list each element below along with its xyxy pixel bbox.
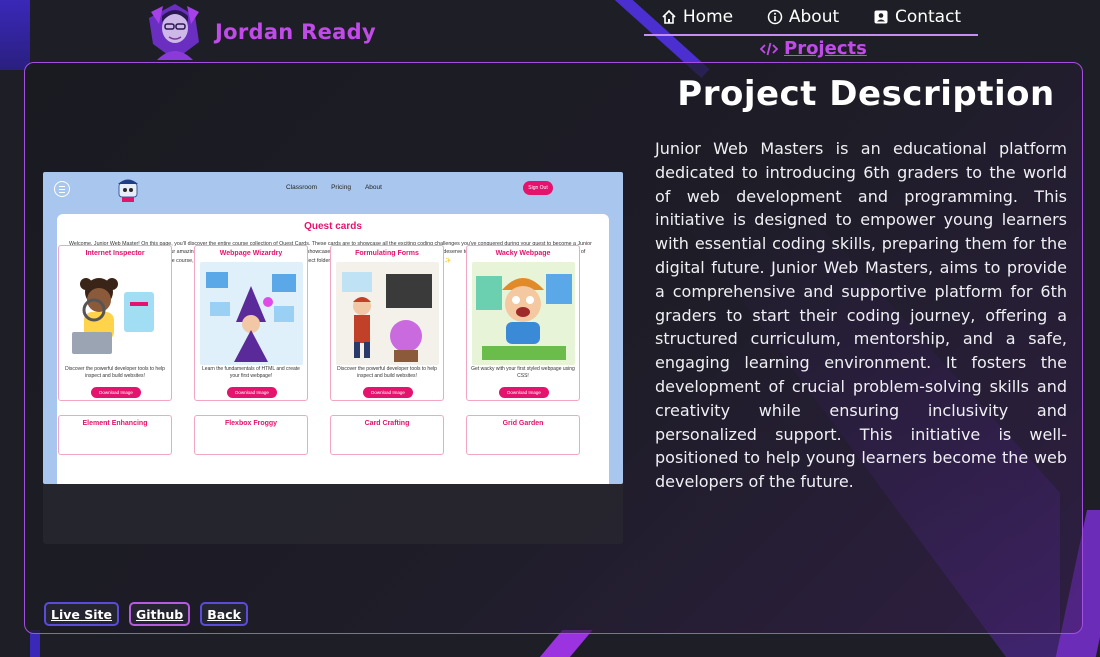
quest-card-title: Card Crafting [364,420,410,427]
download-image-button: Download Image [91,387,141,398]
project-actions: Live Site Github Back [44,602,248,626]
info-icon [767,9,783,25]
robot-logo-icon [113,175,143,203]
preview-shadow [43,480,623,544]
preview-link: Pricing [331,184,351,191]
inspector-illustration [64,262,167,365]
wizard-illustration [200,262,303,365]
forms-illustration [336,262,439,365]
quest-card-grid: Internet Inspector Discover the powerful… [58,245,580,455]
download-image-button: Download Image [363,387,413,398]
github-button[interactable]: Github [128,602,191,626]
brand[interactable]: Jordan Ready [145,2,376,62]
quest-card: Formulating Forms Discover the powerful … [330,245,444,401]
preview-link: About [364,184,382,191]
quest-card: Element Enhancing [58,415,172,455]
quest-card-title: Wacky Webpage [495,250,551,257]
quest-card: Grid Garden [466,415,580,455]
background-beam [537,630,593,657]
background-beam [0,0,30,70]
preview-title: Quest cards [304,221,362,232]
wacky-illustration [472,262,575,365]
quest-card-title: Internet Inspector [85,250,145,257]
quest-card-desc: Learn the fundamentals of HTML and creat… [202,366,300,379]
avatar-icon [145,2,205,62]
nav-home-label: Home [682,7,734,27]
live-site-button[interactable]: Live Site [44,602,119,626]
preview-signout-button: Sign Out [523,181,553,195]
nav-contact-label: Contact [894,7,962,27]
quest-card-title: Flexbox Froggy [224,420,278,427]
main-nav: Home About Contact [644,0,978,36]
quest-card-desc: Get wacky with your first styled webpage… [471,366,575,379]
hamburger-menu-icon [54,181,70,197]
quest-card: Wacky Webpage Get wacky with your first … [466,245,580,401]
preview-links: Classroom Pricing About [286,184,382,191]
project-description-text: Junior Web Masters is an educational pla… [655,139,1067,492]
quest-card-title: Formulating Forms [355,250,419,257]
quest-card: Internet Inspector Discover the powerful… [58,245,172,401]
quest-card-desc: Discover the powerful developer tools to… [337,366,437,379]
download-image-button: Download Image [499,387,549,398]
nav-contact[interactable]: Contact [873,7,961,27]
quest-card: Card Crafting [330,415,444,455]
nav-projects[interactable]: Projects [760,38,867,59]
quest-card-title: Element Enhancing [82,420,148,427]
project-description-title: Project Description [677,74,1055,114]
code-icon [760,42,778,55]
preview-navbar: Classroom Pricing About Sign Out [43,172,623,206]
nav-about-label: About [788,7,840,27]
back-button[interactable]: Back [200,602,248,626]
home-icon [662,9,676,24]
quest-card: Flexbox Froggy [194,415,308,455]
download-image-button: Download Image [227,387,277,398]
nav-projects-label: Projects [784,38,867,59]
brand-name: Jordan Ready [215,20,376,44]
quest-card: Webpage Wizardry Learn the fundamentals … [194,245,308,401]
background-beam [30,630,40,657]
contact-card-icon [874,10,888,24]
project-preview: Classroom Pricing About Sign Out Quest c… [43,172,623,484]
nav-about[interactable]: About [767,7,839,27]
preview-link: Classroom [286,184,318,191]
quest-card-title: Webpage Wizardry [219,250,283,257]
quest-card-desc: Discover the powerful developer tools to… [65,366,165,379]
quest-card-title: Grid Garden [502,420,544,427]
nav-home[interactable]: Home [661,7,733,27]
